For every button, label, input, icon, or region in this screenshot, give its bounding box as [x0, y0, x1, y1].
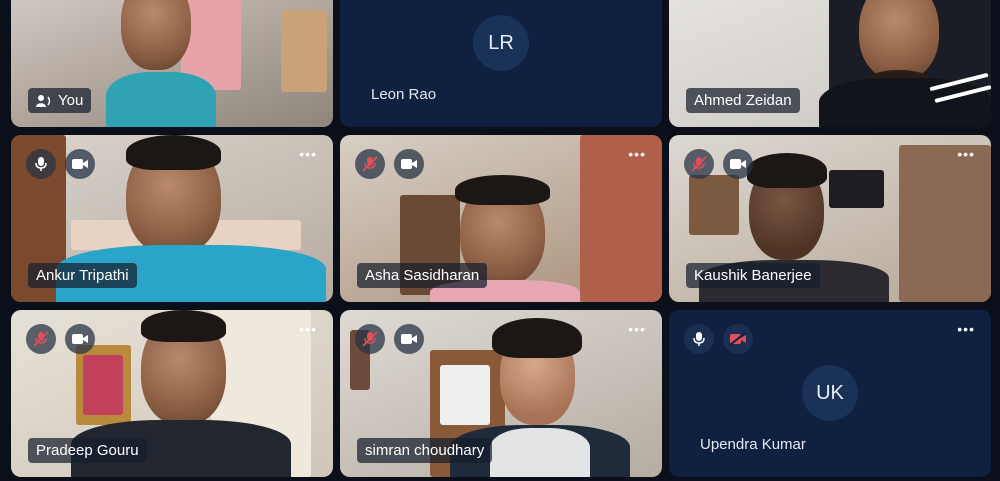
microphone-icon — [34, 156, 48, 172]
name-tag: Ahmed Zeidan — [686, 88, 800, 113]
more-options-button[interactable]: ••• — [628, 147, 646, 161]
mic-button[interactable] — [355, 149, 385, 179]
more-options-button[interactable]: ••• — [957, 322, 975, 336]
name-tag: Pradeep Gouru — [28, 438, 147, 463]
participant-name: You — [58, 92, 84, 109]
camera-button[interactable] — [723, 324, 753, 354]
mic-button[interactable] — [684, 324, 714, 354]
video-camera-icon — [72, 333, 88, 345]
participant-name: Asha Sasidharan — [365, 267, 480, 284]
video-camera-icon — [401, 333, 417, 345]
camera-button[interactable] — [394, 149, 424, 179]
participant-controls — [684, 324, 753, 354]
microphone-icon — [692, 331, 706, 347]
name-tag: Ankur Tripathi — [28, 263, 137, 288]
participant-tile-you[interactable]: You — [11, 0, 333, 127]
video-camera-off-icon — [729, 332, 747, 346]
mic-button[interactable] — [684, 149, 714, 179]
participant-tile-pradeep-gouru[interactable]: ••• Pradeep Gouru — [11, 310, 333, 477]
microphone-muted-icon — [362, 331, 378, 347]
name-tag: simran choudhary — [357, 438, 493, 463]
more-options-button[interactable]: ••• — [299, 147, 317, 161]
name-tag: Upendra Kumar — [692, 432, 814, 457]
participant-name: Ahmed Zeidan — [694, 92, 792, 109]
more-options-button[interactable]: ••• — [957, 147, 975, 161]
camera-button[interactable] — [65, 324, 95, 354]
avatar: LR — [473, 15, 529, 71]
name-tag: Asha Sasidharan — [357, 263, 488, 288]
participant-tile-leon-rao[interactable]: LR Leon Rao — [340, 0, 662, 127]
name-tag: Kaushik Banerjee — [686, 263, 820, 288]
video-camera-icon — [730, 158, 746, 170]
participant-controls — [26, 149, 95, 179]
microphone-muted-icon — [691, 156, 707, 172]
participant-name: Pradeep Gouru — [36, 442, 139, 459]
participant-controls — [684, 149, 753, 179]
mic-button[interactable] — [26, 149, 56, 179]
participant-tile-kaushik-banerjee[interactable]: ••• Kaushik Banerjee — [669, 135, 991, 302]
participant-tile-simran-choudhary[interactable]: ••• simran choudhary — [340, 310, 662, 477]
video-camera-icon — [401, 158, 417, 170]
avatar: UK — [802, 365, 858, 421]
name-tag: Leon Rao — [363, 82, 444, 107]
microphone-muted-icon — [362, 156, 378, 172]
participant-name: Upendra Kumar — [700, 436, 806, 453]
more-options-button[interactable]: ••• — [628, 322, 646, 336]
participant-tile-ankur-tripathi[interactable]: ••• Ankur Tripathi — [11, 135, 333, 302]
participant-controls — [355, 324, 424, 354]
participant-name: simran choudhary — [365, 442, 485, 459]
microphone-muted-icon — [33, 331, 49, 347]
speaker-icon — [36, 94, 52, 108]
more-options-button[interactable]: ••• — [299, 322, 317, 336]
camera-button[interactable] — [723, 149, 753, 179]
participant-name: Ankur Tripathi — [36, 267, 129, 284]
mic-button[interactable] — [26, 324, 56, 354]
participant-tile-ahmed-zeidan[interactable]: Ahmed Zeidan — [669, 0, 991, 127]
camera-button[interactable] — [65, 149, 95, 179]
participant-controls — [355, 149, 424, 179]
participant-name: Leon Rao — [371, 86, 437, 103]
participant-tile-upendra-kumar[interactable]: ••• UK Upendra Kumar — [669, 310, 991, 477]
name-tag: You — [28, 88, 92, 113]
participant-tile-asha-sasidharan[interactable]: ••• Asha Sasidharan — [340, 135, 662, 302]
camera-button[interactable] — [394, 324, 424, 354]
participant-controls — [26, 324, 95, 354]
video-camera-icon — [72, 158, 88, 170]
mic-button[interactable] — [355, 324, 385, 354]
participant-name: Kaushik Banerjee — [694, 267, 812, 284]
